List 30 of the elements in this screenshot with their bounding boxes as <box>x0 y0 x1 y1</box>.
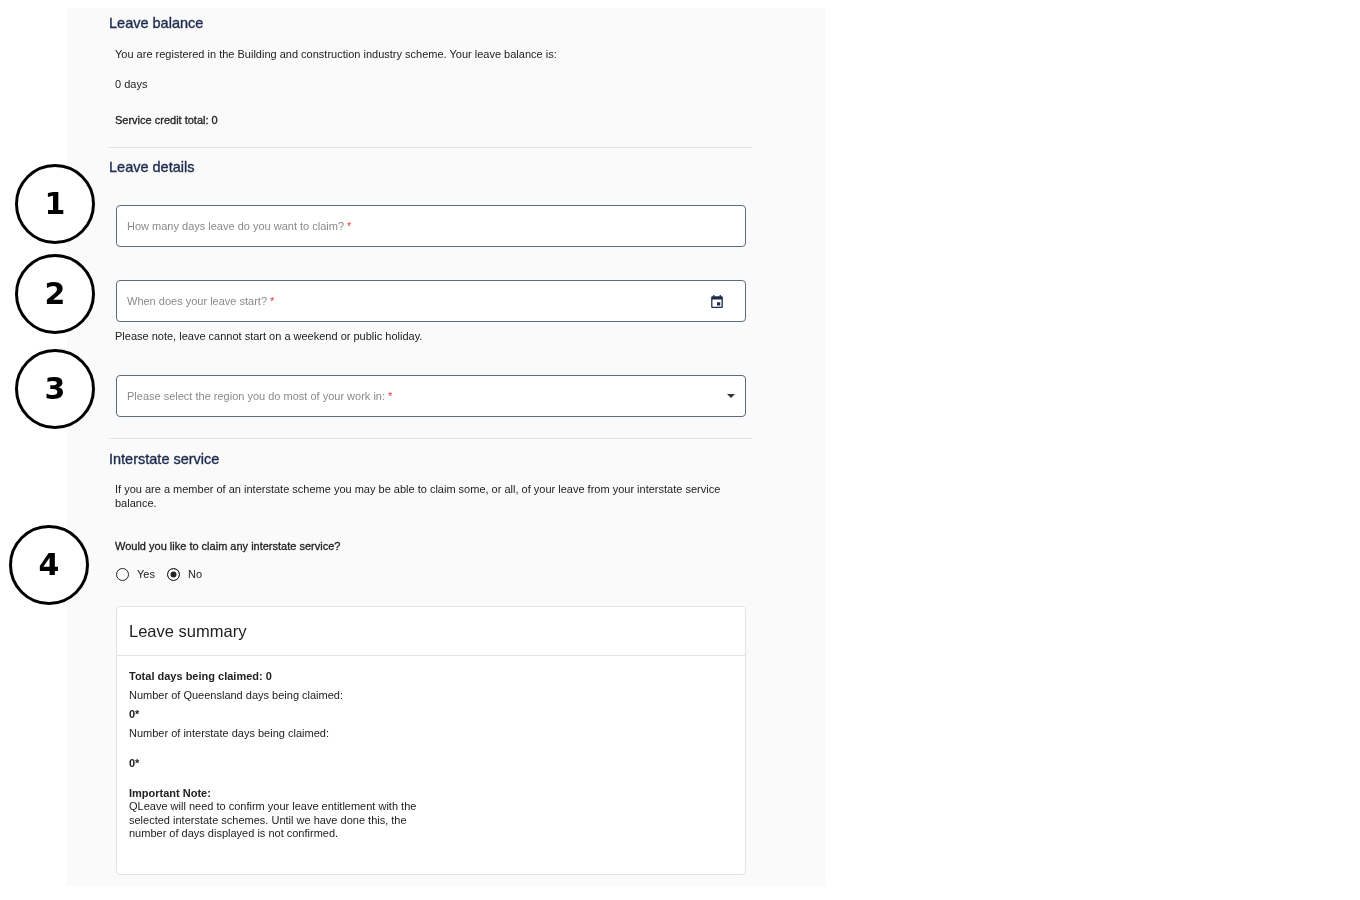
step-marker: 4 <box>9 524 89 605</box>
step-marker: 2 <box>15 254 95 334</box>
question-text: Would you like to claim any interstate service? <box>115 539 342 553</box>
caret-icon <box>727 394 735 398</box>
summary-label: Number of interstate days being claimed: <box>129 726 330 740</box>
step-marker: 1 <box>15 164 95 244</box>
calendar-icon[interactable] <box>711 294 723 308</box>
summary-label: Number of Queensland days being claimed: <box>129 688 344 702</box>
info-text: You are registered in the Building and construction industry scheme. Your leave balance is: <box>115 47 558 61</box>
note-text: QLeave will need to confirm your leave entitlement with the selected interstate schemes. Until we have done this, the number of days displayed is not confirmed. <box>129 800 418 841</box>
radio-label: Yes <box>137 567 155 581</box>
summary-value: 0* <box>129 707 141 721</box>
text-field[interactable]: How many days leave do you want to claim? * <box>116 205 746 247</box>
summary-value: 0* <box>129 756 141 770</box>
radio-button[interactable] <box>166 567 180 581</box>
section-heading: Interstate service <box>109 450 221 468</box>
date-field[interactable]: When does your leave start? * <box>116 280 746 322</box>
step-marker: 3 <box>15 349 95 429</box>
radio-label: No <box>187 567 202 581</box>
balance-text: 0 days <box>115 77 149 91</box>
credit-text: Service credit total: 0 <box>115 113 219 127</box>
note-text: Please note, leave cannot start on a weekend or public holiday. <box>115 329 424 343</box>
radio-button[interactable] <box>116 567 129 581</box>
dropdown-field[interactable]: Please select the region you do most of your work in: * <box>116 375 746 417</box>
note-title: Important Note: <box>129 786 212 800</box>
section-heading: Leave balance <box>109 14 205 32</box>
card-title: Leave summary <box>129 621 247 641</box>
section-heading: Leave details <box>109 158 196 176</box>
summary-total: Total days being claimed: 0 <box>129 669 273 683</box>
info-text: If you are a member of an interstate scheme you may be able to claim some, or all, of your leave from your interstate service balance. <box>115 482 722 510</box>
